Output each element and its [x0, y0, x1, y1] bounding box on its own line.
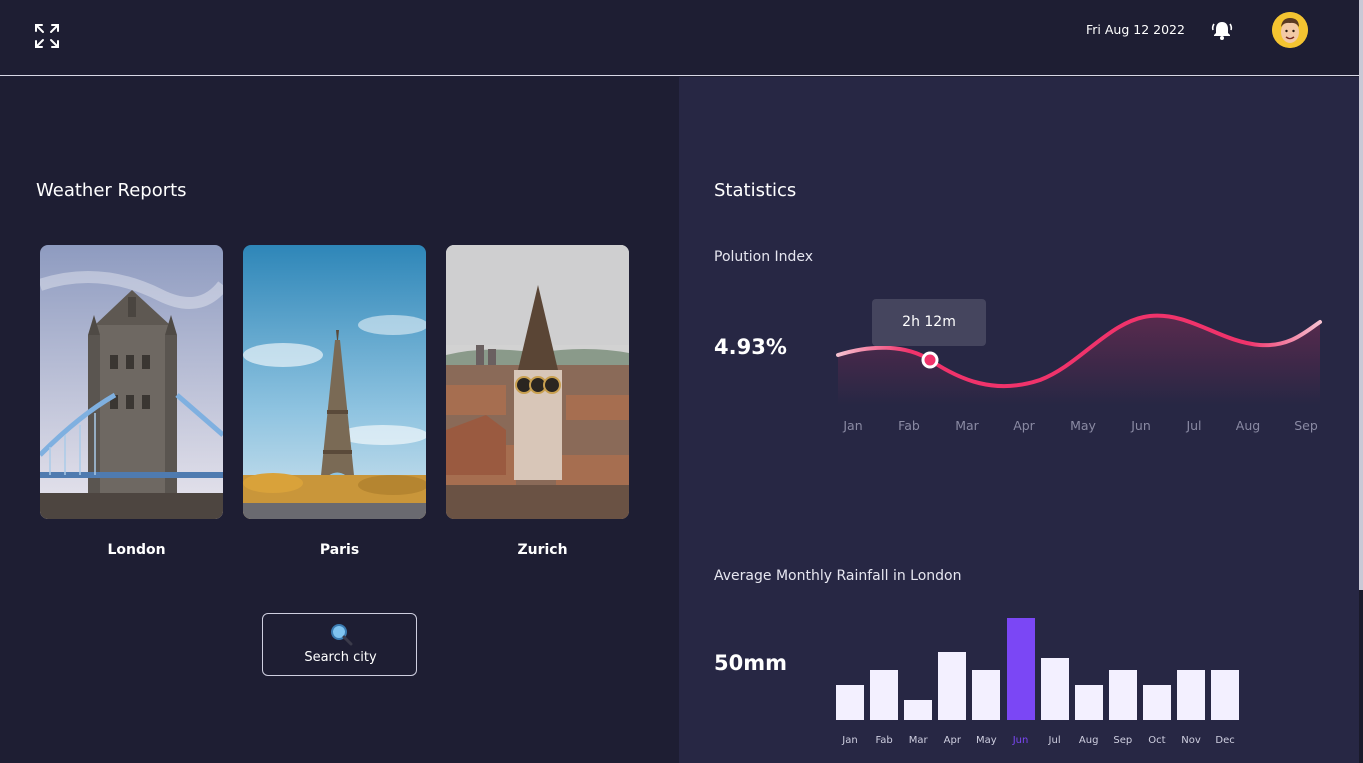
rainfall-month-label: Jan — [842, 735, 858, 746]
rainfall-month-label: Fab — [875, 735, 893, 746]
rainfall-bar-apr[interactable] — [938, 652, 967, 720]
city-card-paris[interactable] — [243, 245, 426, 519]
rainfall-bar-mar[interactable] — [904, 700, 933, 720]
rainfall-month-label: Jul — [1048, 735, 1061, 746]
rainfall-bar-fab[interactable] — [870, 670, 899, 720]
rainfall-title: Average Monthly Rainfall in London — [714, 568, 962, 584]
rainfall-bar-sep[interactable] — [1108, 670, 1137, 720]
rainfall-bar-nov[interactable] — [1177, 670, 1205, 720]
city-label-paris: Paris — [319, 542, 360, 558]
paris-eiffel-tower-image — [243, 245, 426, 519]
pollution-month-label: Jun — [1131, 418, 1151, 433]
top-bar: Fri Aug 12 2022 — [0, 0, 1359, 76]
rainfall-bar-oct[interactable] — [1142, 685, 1171, 720]
pollution-month-label: Sep — [1294, 418, 1318, 433]
rainfall-bar-dec[interactable] — [1211, 670, 1240, 720]
rainfall-bar-aug[interactable] — [1074, 685, 1103, 720]
pollution-month-label: Mar — [955, 418, 979, 433]
rainfall-bar-jun[interactable] — [1006, 618, 1035, 720]
bell-icon[interactable] — [1211, 19, 1233, 41]
pollution-month-label: May — [1070, 418, 1096, 433]
search-city-button[interactable]: Search city — [262, 613, 417, 676]
expand-arrows-icon[interactable] — [34, 23, 60, 49]
city-label-zurich: Zurich — [517, 542, 568, 558]
pollution-month-label: Fab — [898, 418, 920, 433]
rainfall-month-label: Nov — [1181, 735, 1201, 746]
current-date: Fri Aug 12 2022 — [1086, 22, 1185, 37]
statistics-title: Statistics — [714, 180, 797, 201]
magnifier-icon — [331, 624, 353, 646]
rainfall-month-label: Oct — [1148, 735, 1166, 746]
rainfall-bar-jan[interactable] — [836, 685, 864, 720]
london-tower-bridge-image — [40, 245, 223, 519]
rainfall-month-label: Sep — [1113, 735, 1133, 746]
rainfall-month-label: Jun — [1012, 735, 1029, 746]
pollution-month-label: Jan — [843, 418, 863, 433]
pollution-point-marker — [921, 351, 939, 369]
rainfall-bar-jul[interactable] — [1040, 658, 1069, 720]
pollution-index-title: Polution Index — [714, 249, 814, 265]
weather-reports-title: Weather Reports — [36, 180, 187, 201]
user-avatar[interactable] — [1272, 12, 1308, 48]
city-label-london: London — [107, 542, 166, 558]
pollution-month-label: Apr — [1013, 418, 1035, 433]
rainfall-month-label: Dec — [1215, 735, 1235, 746]
city-card-london[interactable] — [40, 245, 223, 519]
rainfall-month-label: Apr — [943, 735, 961, 746]
rainfall-value: 50mm — [714, 651, 787, 675]
search-city-label: Search city — [304, 650, 377, 665]
pollution-month-label: Aug — [1235, 418, 1261, 433]
pollution-month-label: Jul — [1186, 418, 1202, 433]
avatar-face-icon — [1272, 12, 1308, 48]
rainfall-month-label: Mar — [908, 735, 928, 746]
city-card-zurich[interactable] — [446, 245, 629, 519]
pollution-index-value: 4.93% — [714, 335, 787, 359]
rainfall-month-label: May — [976, 735, 997, 746]
rainfall-month-label: Aug — [1078, 735, 1099, 746]
zurich-clock-tower-image — [446, 245, 629, 519]
rainfall-bar-may[interactable] — [972, 670, 1001, 720]
scrollbar-thumb[interactable] — [1359, 0, 1363, 590]
pollution-tooltip: 2h 12m — [872, 299, 986, 346]
